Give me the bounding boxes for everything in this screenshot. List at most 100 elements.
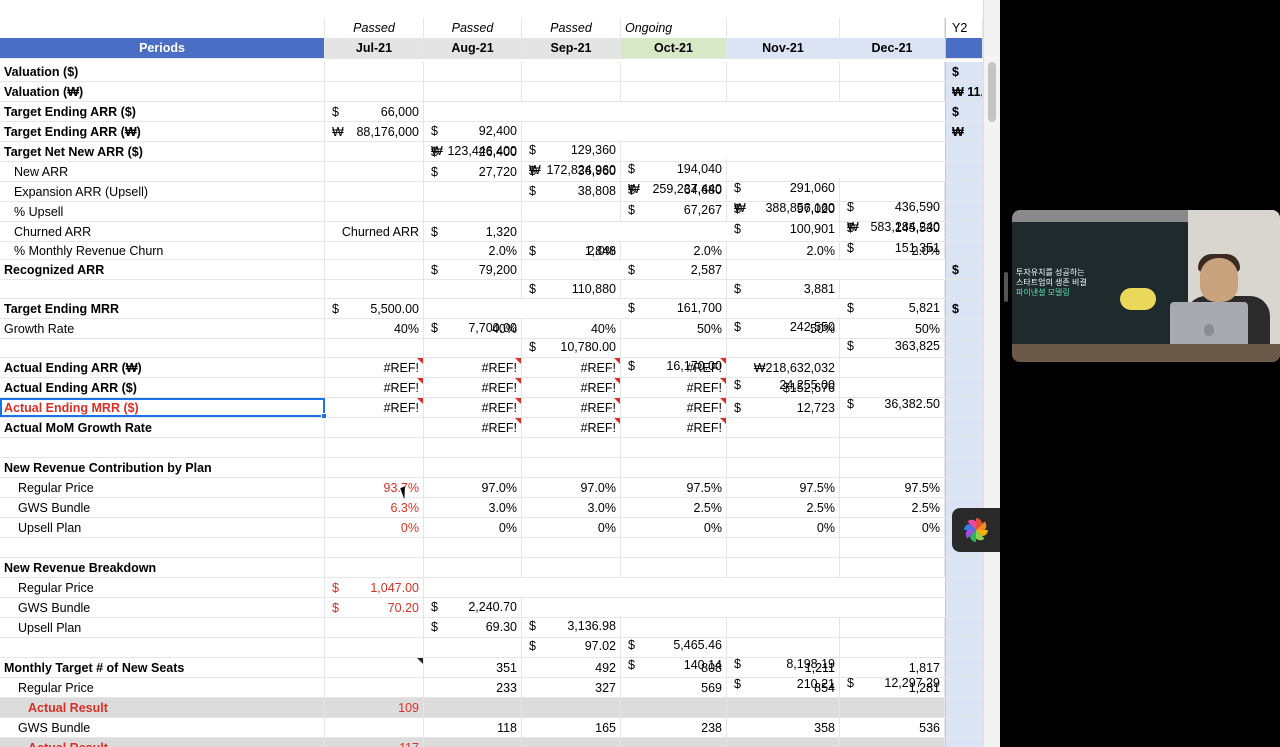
y2-cell[interactable] (945, 162, 983, 181)
table-cell[interactable] (522, 339, 621, 357)
table-cell[interactable]: 97.5% (621, 478, 727, 497)
row-label[interactable]: New ARR (0, 162, 325, 181)
table-cell[interactable] (621, 438, 727, 457)
row-label[interactable]: Actual Ending MRR ($) (0, 398, 325, 417)
table-cell[interactable]: #REF! (325, 378, 424, 397)
y2-cell[interactable] (945, 202, 983, 221)
y2-cell[interactable] (945, 458, 983, 477)
row-label[interactable]: Target Ending ARR (₩) (0, 122, 325, 141)
table-cell[interactable] (840, 438, 945, 457)
table-cell[interactable]: 351 (424, 658, 522, 677)
table-cell[interactable]: 40% (325, 319, 424, 338)
periods-header[interactable]: Periods (0, 38, 325, 58)
table-cell[interactable]: 536 (840, 718, 945, 737)
table-cell[interactable]: 2.0% (424, 242, 522, 259)
table-cell[interactable] (325, 260, 424, 279)
table-cell[interactable]: #REF! (522, 418, 621, 437)
table-cell[interactable]: 2.5% (621, 498, 727, 517)
y2-cell[interactable]: ₩ 11, (945, 82, 983, 101)
table-cell[interactable] (840, 558, 945, 577)
y2-cell[interactable] (945, 578, 983, 597)
table-cell[interactable]: $152,676 (727, 378, 840, 397)
y2-cell[interactable] (945, 242, 983, 259)
table-cell[interactable] (840, 182, 945, 201)
table-cell[interactable]: $1,320 (424, 222, 522, 241)
table-cell[interactable] (727, 202, 840, 221)
table-cell[interactable] (424, 280, 522, 298)
table-cell[interactable]: 854 (727, 678, 840, 697)
y2-cell[interactable] (945, 438, 983, 457)
y2-cell[interactable] (945, 319, 983, 338)
table-cell[interactable]: $70.20 (325, 598, 424, 617)
table-cell[interactable] (325, 82, 424, 101)
table-cell[interactable]: $27,720 (424, 162, 522, 181)
table-cell[interactable]: 0% (424, 518, 522, 537)
y2-cell[interactable] (945, 698, 983, 717)
month-header[interactable]: Nov-21 (727, 38, 840, 58)
table-cell[interactable] (727, 280, 840, 298)
table-cell[interactable] (727, 339, 840, 357)
table-cell[interactable]: #REF! (621, 398, 727, 417)
table-cell[interactable]: 50% (727, 319, 840, 338)
row-label[interactable]: % Monthly Revenue Churn (0, 242, 325, 259)
table-cell[interactable]: 2.5% (840, 498, 945, 517)
table-cell[interactable] (727, 698, 840, 717)
table-cell[interactable] (840, 538, 945, 557)
y2-cell[interactable] (945, 418, 983, 437)
table-cell[interactable] (522, 698, 621, 717)
table-cell[interactable]: ₩88,176,000 (325, 122, 424, 141)
y2-cell[interactable] (945, 280, 983, 298)
table-cell[interactable]: 2.0% (840, 242, 945, 259)
table-cell[interactable]: #REF! (325, 398, 424, 417)
y2-cell[interactable] (945, 558, 983, 577)
table-cell[interactable] (424, 538, 522, 557)
table-cell[interactable]: 40% (424, 319, 522, 338)
table-cell[interactable]: #REF! (621, 418, 727, 437)
month-header[interactable]: Oct-21 (621, 38, 727, 58)
table-cell[interactable] (840, 339, 945, 357)
table-cell[interactable] (840, 280, 945, 298)
table-cell[interactable]: $1,047.00 (325, 578, 424, 597)
month-header[interactable]: Dec-21 (840, 38, 945, 58)
table-cell[interactable] (325, 618, 424, 637)
table-cell[interactable] (424, 458, 522, 477)
y2-cell[interactable] (945, 339, 983, 357)
month-header[interactable]: Aug-21 (424, 38, 522, 58)
y2-cell[interactable]: $ (945, 299, 983, 318)
table-cell[interactable]: $66,000 (325, 102, 424, 121)
y2-cell[interactable] (945, 142, 983, 161)
table-cell[interactable]: 2.0% (621, 242, 727, 259)
row-label[interactable] (0, 438, 325, 457)
table-cell[interactable] (840, 398, 945, 417)
table-cell[interactable] (621, 62, 727, 81)
table-cell[interactable] (621, 698, 727, 717)
row-label[interactable]: Valuation ($) (0, 62, 325, 81)
row-label[interactable]: GWS Bundle (0, 598, 325, 617)
table-cell[interactable] (424, 638, 522, 657)
row-label[interactable]: New Revenue Contribution by Plan (0, 458, 325, 477)
table-cell[interactable] (621, 339, 727, 357)
table-cell[interactable] (522, 458, 621, 477)
table-cell[interactable]: $12,723 (727, 398, 840, 417)
y2-cell[interactable] (945, 358, 983, 377)
table-cell[interactable] (522, 202, 621, 221)
table-cell[interactable] (727, 738, 840, 747)
y2-cell[interactable]: $ (945, 102, 983, 121)
table-cell[interactable] (325, 202, 424, 221)
table-cell[interactable] (325, 242, 424, 259)
row-label[interactable]: Upsell Plan (0, 618, 325, 637)
y2-cell[interactable] (945, 638, 983, 657)
row-label[interactable]: Actual Ending ARR ($) (0, 378, 325, 397)
y2-header[interactable] (945, 38, 983, 58)
y2-cell[interactable] (945, 658, 983, 677)
table-cell[interactable] (325, 458, 424, 477)
table-cell[interactable] (840, 638, 945, 657)
y2-cell[interactable] (945, 738, 983, 747)
table-cell[interactable]: Churned ARR (325, 222, 424, 241)
month-header[interactable]: Sep-21 (522, 38, 621, 58)
y2-cell[interactable] (945, 182, 983, 201)
table-cell[interactable]: 50% (621, 319, 727, 338)
table-cell[interactable] (424, 738, 522, 747)
selection-handle[interactable] (321, 413, 327, 419)
table-cell[interactable]: 3.0% (522, 498, 621, 517)
